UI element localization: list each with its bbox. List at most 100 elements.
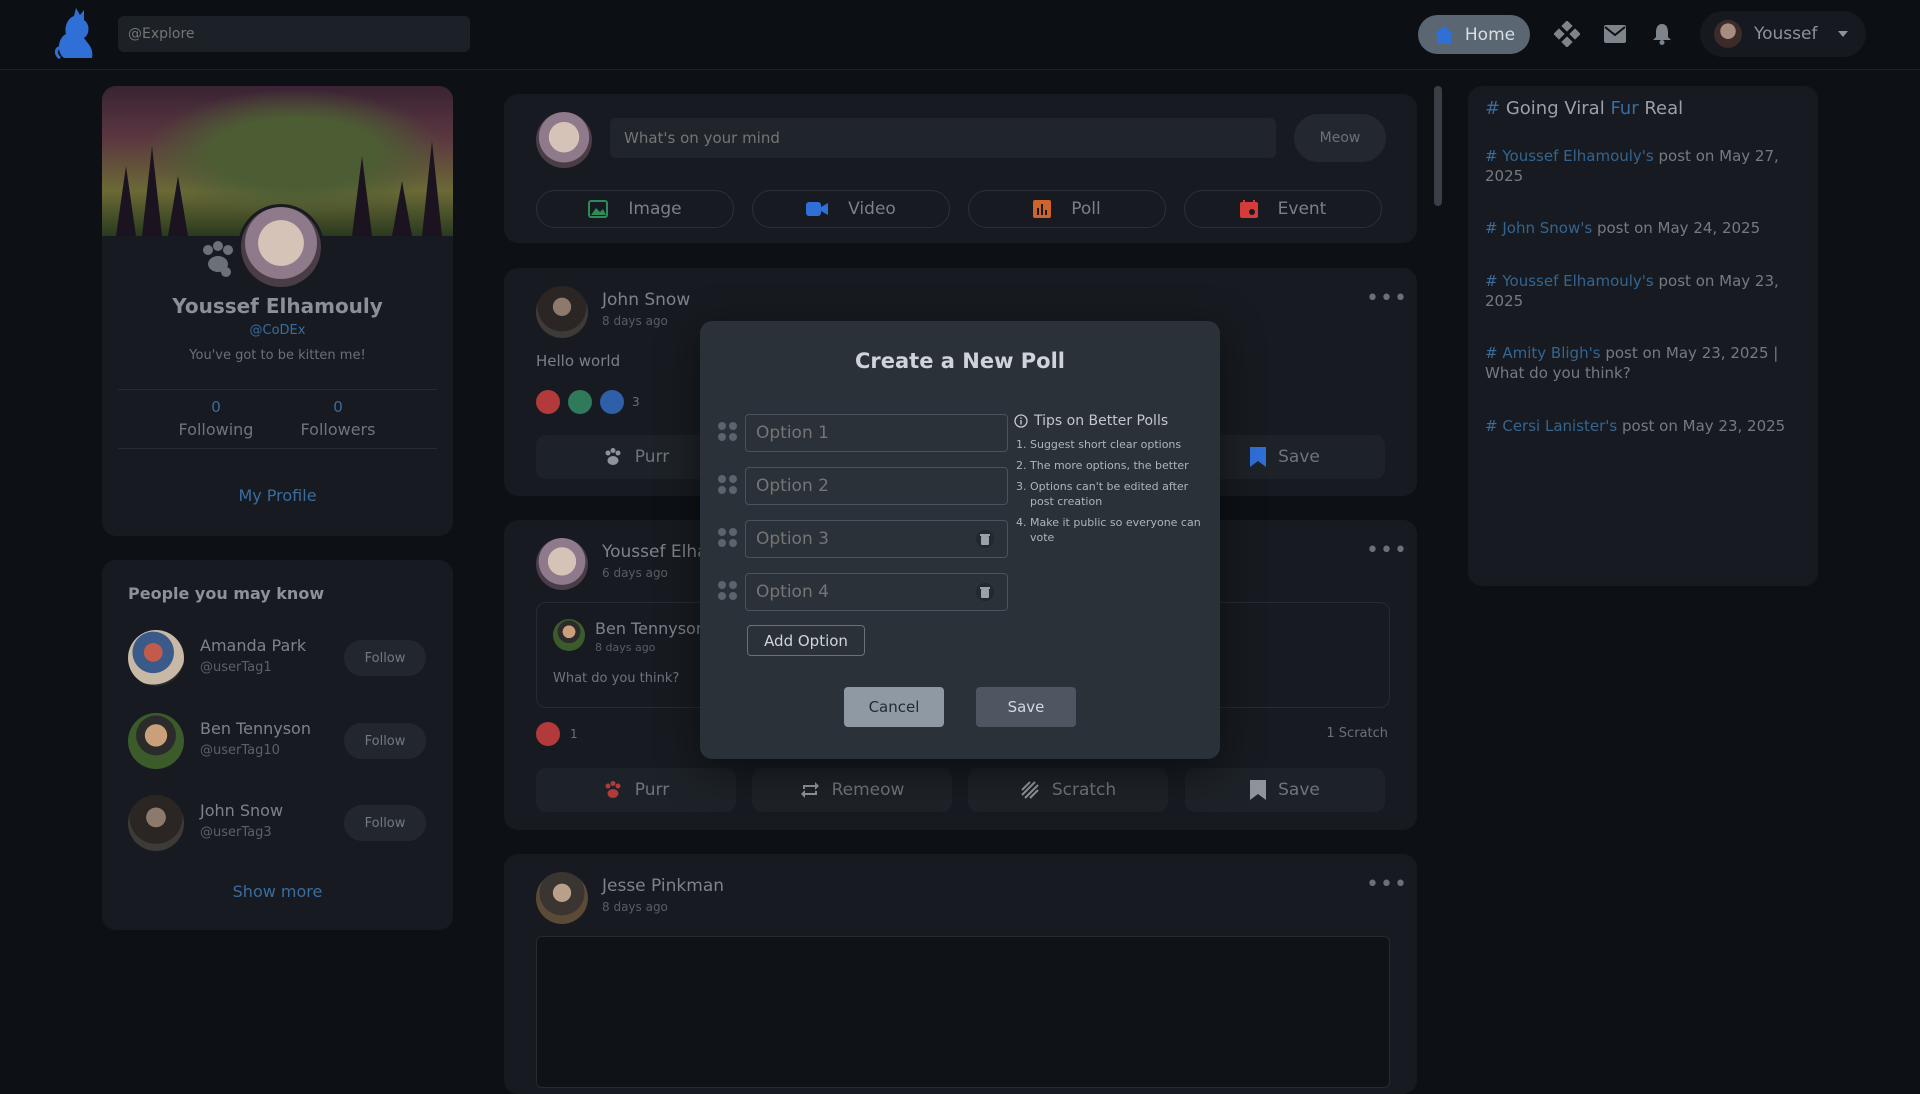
- poll-option-input[interactable]: [745, 520, 1008, 558]
- viral-post-link[interactable]: John Snow's: [1502, 219, 1592, 237]
- image-button[interactable]: Image: [536, 190, 734, 228]
- person-name[interactable]: Amanda Park: [200, 636, 306, 655]
- viral-title-part: Real: [1644, 98, 1684, 119]
- remeow-button[interactable]: Remeow: [752, 768, 952, 812]
- divider: [118, 448, 437, 449]
- people-title: People you may know: [128, 584, 325, 603]
- poll-option-row: [718, 414, 1008, 452]
- video-button[interactable]: Video: [752, 190, 950, 228]
- purr-label: Purr: [634, 780, 670, 800]
- poll-option-input[interactable]: [745, 467, 1008, 505]
- home-button[interactable]: Home: [1418, 15, 1530, 54]
- drag-handle-icon[interactable]: [718, 422, 738, 442]
- post-author-avatar[interactable]: [536, 872, 588, 924]
- hash-icon: #: [1485, 147, 1498, 165]
- viral-post-link[interactable]: Amity Bligh's: [1502, 344, 1600, 362]
- viral-title-part: Going Viral: [1505, 98, 1605, 119]
- drag-handle-icon[interactable]: [718, 581, 738, 601]
- save-reaction-icon: [600, 390, 624, 414]
- my-profile-link[interactable]: My Profile: [102, 486, 453, 505]
- person-avatar[interactable]: [128, 630, 184, 686]
- post-author-avatar[interactable]: [536, 286, 588, 338]
- profile-avatar[interactable]: [238, 204, 324, 290]
- viral-post-item[interactable]: # Youssef Elhamouly's post on May 23, 20…: [1485, 271, 1805, 311]
- divider: [118, 389, 437, 390]
- person-name[interactable]: Ben Tennyson: [200, 719, 311, 738]
- viral-post-item[interactable]: # Youssef Elhamouly's post on May 27, 20…: [1485, 146, 1805, 186]
- following-count[interactable]: 0: [156, 398, 276, 416]
- scratch-label: Scratch: [1051, 780, 1117, 800]
- quoted-author[interactable]: Ben Tennyson: [595, 619, 706, 638]
- add-option-button[interactable]: Add Option: [747, 625, 865, 656]
- purr-button[interactable]: Purr: [536, 768, 736, 812]
- post-media[interactable]: [536, 936, 1390, 1088]
- more-options-icon[interactable]: •••: [1366, 286, 1408, 311]
- save-label: Save: [1278, 447, 1320, 467]
- viral-post-link[interactable]: Youssef Elhamouly's: [1502, 272, 1653, 290]
- trash-icon[interactable]: [976, 583, 994, 601]
- person-name[interactable]: John Snow: [200, 801, 283, 820]
- meow-button[interactable]: Meow: [1294, 114, 1386, 162]
- viral-post-item[interactable]: # Amity Bligh's post on May 23, 2025 | W…: [1485, 343, 1805, 383]
- reaction-count: 3: [632, 395, 640, 409]
- poll-option-row: [718, 573, 1008, 611]
- video-icon: [806, 202, 829, 216]
- tip-item: The more options, the better: [1030, 458, 1204, 473]
- post-author[interactable]: John Snow: [602, 290, 690, 310]
- drag-handle-icon[interactable]: [718, 528, 738, 548]
- mail-icon[interactable]: [1601, 20, 1629, 48]
- post-time: 8 days ago: [602, 900, 668, 914]
- post-author[interactable]: Jesse Pinkman: [602, 876, 724, 896]
- remeow-reaction-icon: [568, 390, 592, 414]
- person-avatar[interactable]: [128, 713, 184, 769]
- more-options-icon[interactable]: •••: [1366, 872, 1408, 897]
- show-more-link[interactable]: Show more: [102, 882, 453, 901]
- cat-logo-icon[interactable]: [54, 8, 98, 60]
- top-navigation-bar: Home Youssef: [0, 0, 1920, 70]
- event-button[interactable]: Event: [1184, 190, 1382, 228]
- quoted-time: 8 days ago: [595, 641, 656, 654]
- games-icon[interactable]: [1553, 20, 1581, 48]
- viral-post-item[interactable]: # Cersi Lanister's post on May 23, 2025: [1485, 416, 1805, 436]
- going-viral-card: # Going Viral Fur Real # Youssef Elhamou…: [1468, 86, 1818, 586]
- post-author-avatar[interactable]: [536, 538, 588, 590]
- image-button-label: Image: [628, 199, 682, 219]
- profile-handle[interactable]: @CoDEx: [102, 323, 453, 338]
- person-tag: @userTag1: [200, 660, 272, 675]
- following-label[interactable]: Following: [156, 420, 276, 439]
- cancel-button[interactable]: Cancel: [844, 687, 944, 727]
- event-icon: [1239, 200, 1258, 218]
- drag-handle-icon[interactable]: [718, 475, 738, 495]
- scratch-count[interactable]: 1 Scratch: [1284, 726, 1388, 741]
- viral-post-link[interactable]: Cersi Lanister's: [1502, 417, 1617, 435]
- info-icon: [1014, 414, 1028, 428]
- poll-option-input[interactable]: [745, 573, 1008, 611]
- followers-label[interactable]: Followers: [278, 420, 398, 439]
- feed-scrollbar[interactable]: [1434, 86, 1442, 206]
- trash-icon[interactable]: [976, 530, 994, 548]
- more-options-icon[interactable]: •••: [1366, 538, 1408, 563]
- hash-icon: #: [1485, 98, 1501, 119]
- poll-button[interactable]: Poll: [968, 190, 1166, 228]
- follow-button[interactable]: Follow: [344, 805, 426, 841]
- reaction-summary[interactable]: 1: [536, 722, 578, 746]
- person-avatar[interactable]: [128, 795, 184, 851]
- user-menu[interactable]: Youssef: [1700, 11, 1866, 57]
- scratch-button[interactable]: Scratch: [968, 768, 1168, 812]
- follow-button[interactable]: Follow: [344, 723, 426, 759]
- repost-icon: [800, 782, 819, 798]
- post-input[interactable]: [610, 118, 1276, 158]
- save-button[interactable]: Save: [1185, 768, 1385, 812]
- viral-post-item[interactable]: # John Snow's post on May 24, 2025: [1485, 218, 1805, 238]
- viral-post-link[interactable]: Youssef Elhamouly's: [1502, 147, 1653, 165]
- poll-option-input[interactable]: [745, 414, 1008, 452]
- bell-icon[interactable]: [1648, 20, 1676, 48]
- followers-count[interactable]: 0: [278, 398, 398, 416]
- search-input[interactable]: [118, 16, 470, 52]
- profile-card: Youssef Elhamouly @CoDEx You've got to b…: [102, 86, 453, 536]
- post-author[interactable]: Youssef Elha: [602, 542, 708, 562]
- save-poll-button[interactable]: Save: [976, 687, 1076, 727]
- reaction-summary[interactable]: 3: [536, 390, 640, 414]
- going-viral-title: # Going Viral Fur Real: [1485, 98, 1683, 119]
- follow-button[interactable]: Follow: [344, 640, 426, 676]
